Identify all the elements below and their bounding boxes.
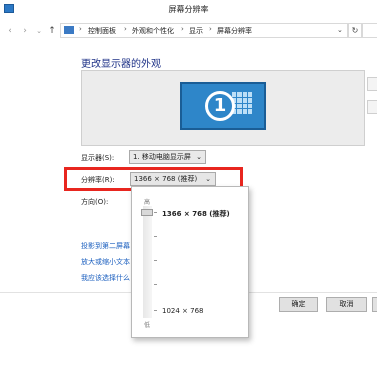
slider-tick <box>154 260 157 261</box>
low-label: 低 <box>144 322 151 329</box>
resolution-option-recommended[interactable]: 1366 × 768 (推荐) <box>162 209 230 219</box>
page-heading: 更改显示器的外观 <box>81 59 161 70</box>
display-select-value: 1. 移动电脑显示屏 <box>133 153 191 161</box>
resolution-option-1024[interactable]: 1024 × 768 <box>162 307 204 315</box>
display-select[interactable]: 1. 移动电脑显示屏 ⌄ <box>129 150 206 164</box>
slider-tick <box>154 212 157 213</box>
breadcrumb-control-panel[interactable]: 控制面板 <box>88 26 116 36</box>
breadcrumb-separator: › <box>209 25 212 33</box>
apply-button[interactable] <box>372 297 377 312</box>
breadcrumb-separator: › <box>79 25 82 33</box>
slider-tick <box>154 236 157 237</box>
address-history-icon[interactable]: ⌄ <box>337 26 343 34</box>
windows-tiles-icon <box>232 92 252 114</box>
search-input[interactable] <box>362 23 377 38</box>
slider-tick <box>154 310 157 311</box>
detect-button[interactable] <box>367 77 377 91</box>
recent-dropdown-icon[interactable]: ⌄ <box>34 25 44 37</box>
refresh-button[interactable]: ↻ <box>348 23 362 38</box>
high-label: 高 <box>144 199 151 206</box>
slider-tick <box>154 284 157 285</box>
ok-button[interactable]: 确定 <box>279 297 318 312</box>
breadcrumb-display[interactable]: 显示 <box>189 26 203 36</box>
help-choose-link[interactable]: 我应该选择什么 <box>81 273 130 283</box>
cancel-button[interactable]: 取消 <box>326 297 367 312</box>
breadcrumb-separator: › <box>181 25 184 33</box>
monitor-number: 1 <box>213 95 227 116</box>
forward-button[interactable]: › <box>20 25 30 37</box>
breadcrumb-appearance[interactable]: 外观和个性化 <box>132 26 174 36</box>
enlarge-text-link[interactable]: 放大或缩小文本 <box>81 257 130 267</box>
breadcrumb-separator: › <box>124 25 127 33</box>
back-button[interactable]: ‹ <box>5 25 15 37</box>
orientation-label: 方向(O): <box>81 198 109 206</box>
resolution-slider-thumb[interactable] <box>141 209 153 216</box>
display-label: 显示器(S): <box>81 154 115 162</box>
up-button[interactable]: ↑ <box>47 25 57 37</box>
control-panel-icon <box>64 26 74 34</box>
chevron-down-icon: ⌄ <box>196 153 202 161</box>
project-second-screen-link[interactable]: 投影到第二屏幕 <box>81 241 130 251</box>
identify-button[interactable] <box>367 100 377 114</box>
breadcrumb-screen-resolution[interactable]: 屏幕分辨率 <box>217 26 252 36</box>
window-title: 屏幕分辨率 <box>168 5 209 14</box>
resolution-slider-track[interactable] <box>143 206 152 318</box>
